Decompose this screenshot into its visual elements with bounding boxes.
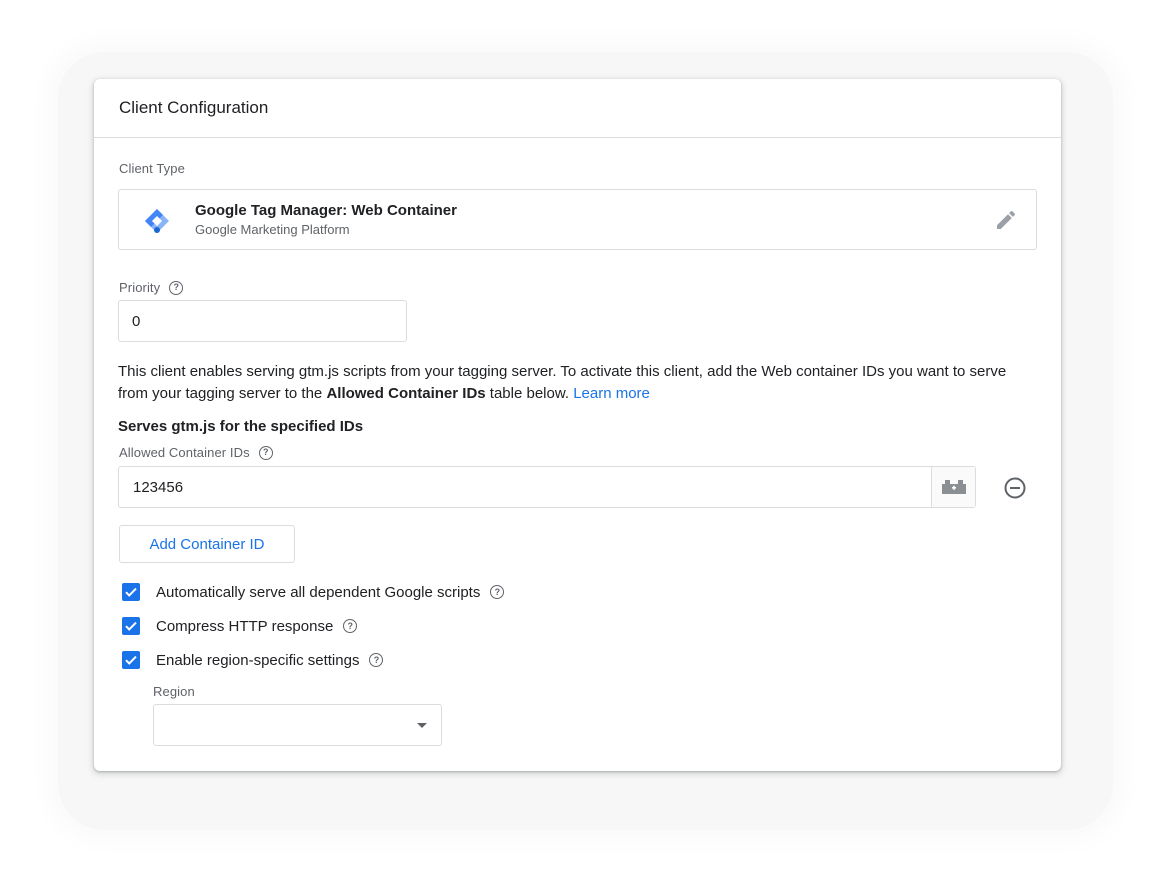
- client-configuration-card: Client Configuration Client Type Google …: [94, 79, 1061, 771]
- checkmark-icon: [125, 587, 137, 597]
- learn-more-link[interactable]: Learn more: [573, 385, 650, 402]
- help-circle-icon[interactable]: ?: [343, 619, 358, 633]
- container-id-value: 123456: [133, 478, 184, 496]
- add-container-id-button[interactable]: Add Container ID: [119, 525, 295, 563]
- auto-serve-option: Automatically serve all dependent Google…: [122, 583, 505, 601]
- region-settings-option: Enable region-specific settings ?: [122, 651, 384, 669]
- checkmark-icon: [125, 621, 137, 631]
- compress-option: Compress HTTP response ?: [122, 617, 358, 635]
- help-circle-icon[interactable]: ?: [258, 445, 273, 460]
- client-description: This client enables serving gtm.js scrip…: [118, 361, 1038, 405]
- card-header: Client Configuration: [94, 79, 1061, 138]
- client-type-label: Client Type: [119, 161, 185, 176]
- variable-brick-icon: [941, 480, 966, 494]
- region-settings-checkbox[interactable]: [122, 651, 140, 669]
- region-settings-label: Enable region-specific settings: [156, 651, 360, 669]
- serves-section-title: Serves gtm.js for the specified IDs: [118, 418, 364, 435]
- description-text-after: table below.: [485, 385, 574, 402]
- client-type-provider: Google Marketing Platform: [195, 222, 350, 237]
- priority-input[interactable]: 0: [118, 300, 407, 342]
- allowed-container-ids-label: Allowed Container IDs: [119, 445, 250, 460]
- region-select[interactable]: [153, 704, 442, 746]
- client-type-selector[interactable]: Google Tag Manager: Web Container Google…: [118, 189, 1037, 250]
- help-circle-icon[interactable]: ?: [169, 280, 184, 295]
- priority-label-row: Priority ?: [119, 280, 184, 295]
- checkmark-icon: [125, 655, 137, 665]
- auto-serve-label: Automatically serve all dependent Google…: [156, 583, 481, 601]
- region-label: Region: [153, 684, 195, 699]
- compress-checkbox[interactable]: [122, 617, 140, 635]
- auto-serve-checkbox[interactable]: [122, 583, 140, 601]
- allowed-ids-label-row: Allowed Container IDs ?: [119, 445, 273, 460]
- dropdown-caret-icon: [417, 723, 427, 728]
- description-bold: Allowed Container IDs: [326, 385, 486, 402]
- priority-label: Priority: [119, 280, 161, 295]
- pencil-icon[interactable]: [994, 208, 1018, 232]
- priority-value: 0: [132, 312, 141, 330]
- container-id-input[interactable]: 123456: [118, 466, 976, 508]
- compress-label: Compress HTTP response: [156, 617, 334, 635]
- client-type-name: Google Tag Manager: Web Container: [195, 202, 457, 219]
- help-circle-icon[interactable]: ?: [369, 653, 384, 667]
- help-circle-icon[interactable]: ?: [490, 585, 505, 599]
- gtm-diamond-icon: [145, 209, 169, 233]
- card-title: Client Configuration: [119, 98, 269, 117]
- remove-circle-icon[interactable]: [1003, 476, 1027, 500]
- variable-picker-button[interactable]: [931, 467, 975, 507]
